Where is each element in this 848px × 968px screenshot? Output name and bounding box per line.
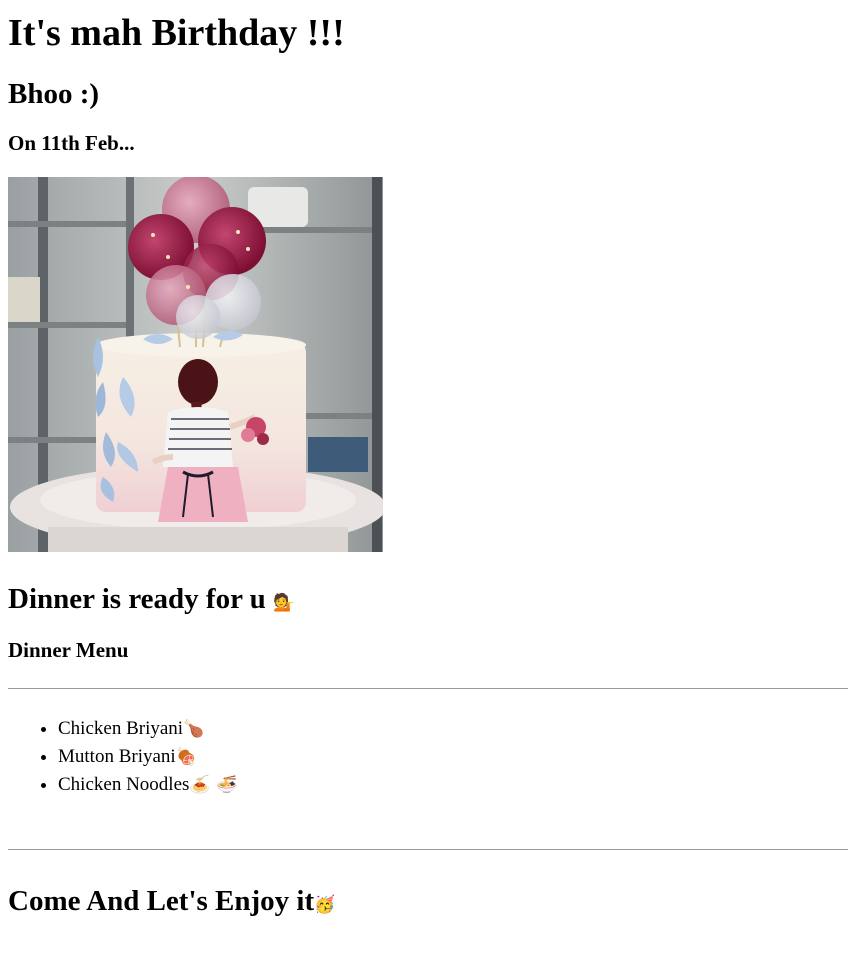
divider [8,687,848,689]
menu-list: Chicken Briyani🍗 Mutton Briyani🍖 Chicken… [8,715,840,799]
noodles-icon: 🍝 🍜 [189,774,238,795]
meat-on-bone-icon: 🍖 [175,746,197,767]
dinner-heading: Dinner is ready for u 💁 [8,582,840,617]
closing-heading: Come And Let's Enjoy it🥳 [8,884,840,919]
page-title: It's mah Birthday !!! [8,12,345,54]
list-item: Chicken Briyani🍗 [58,715,840,743]
divider [8,848,848,850]
partying-face-icon: 🥳 [314,894,336,915]
menu-heading: Dinner Menu [8,638,129,663]
list-item: Mutton Briyani🍖 [58,743,840,771]
menu-item-name: Chicken Noodles [58,773,190,795]
closing-text: Come And Let's Enjoy it [8,884,315,917]
menu-item-name: Chicken Briyani [58,717,184,739]
person-tipping-hand-icon: 💁 [273,592,295,613]
dinner-heading-text: Dinner is ready for u [8,582,266,615]
date-line: On 11th Feb... [8,131,135,156]
birthday-cake-image [8,176,383,552]
menu-item-name: Mutton Briyani [58,745,176,767]
poultry-leg-icon: 🍗 [183,718,205,739]
page-subtitle: Bhoo :) [8,77,100,110]
list-item: Chicken Noodles🍝 🍜 [58,771,840,799]
